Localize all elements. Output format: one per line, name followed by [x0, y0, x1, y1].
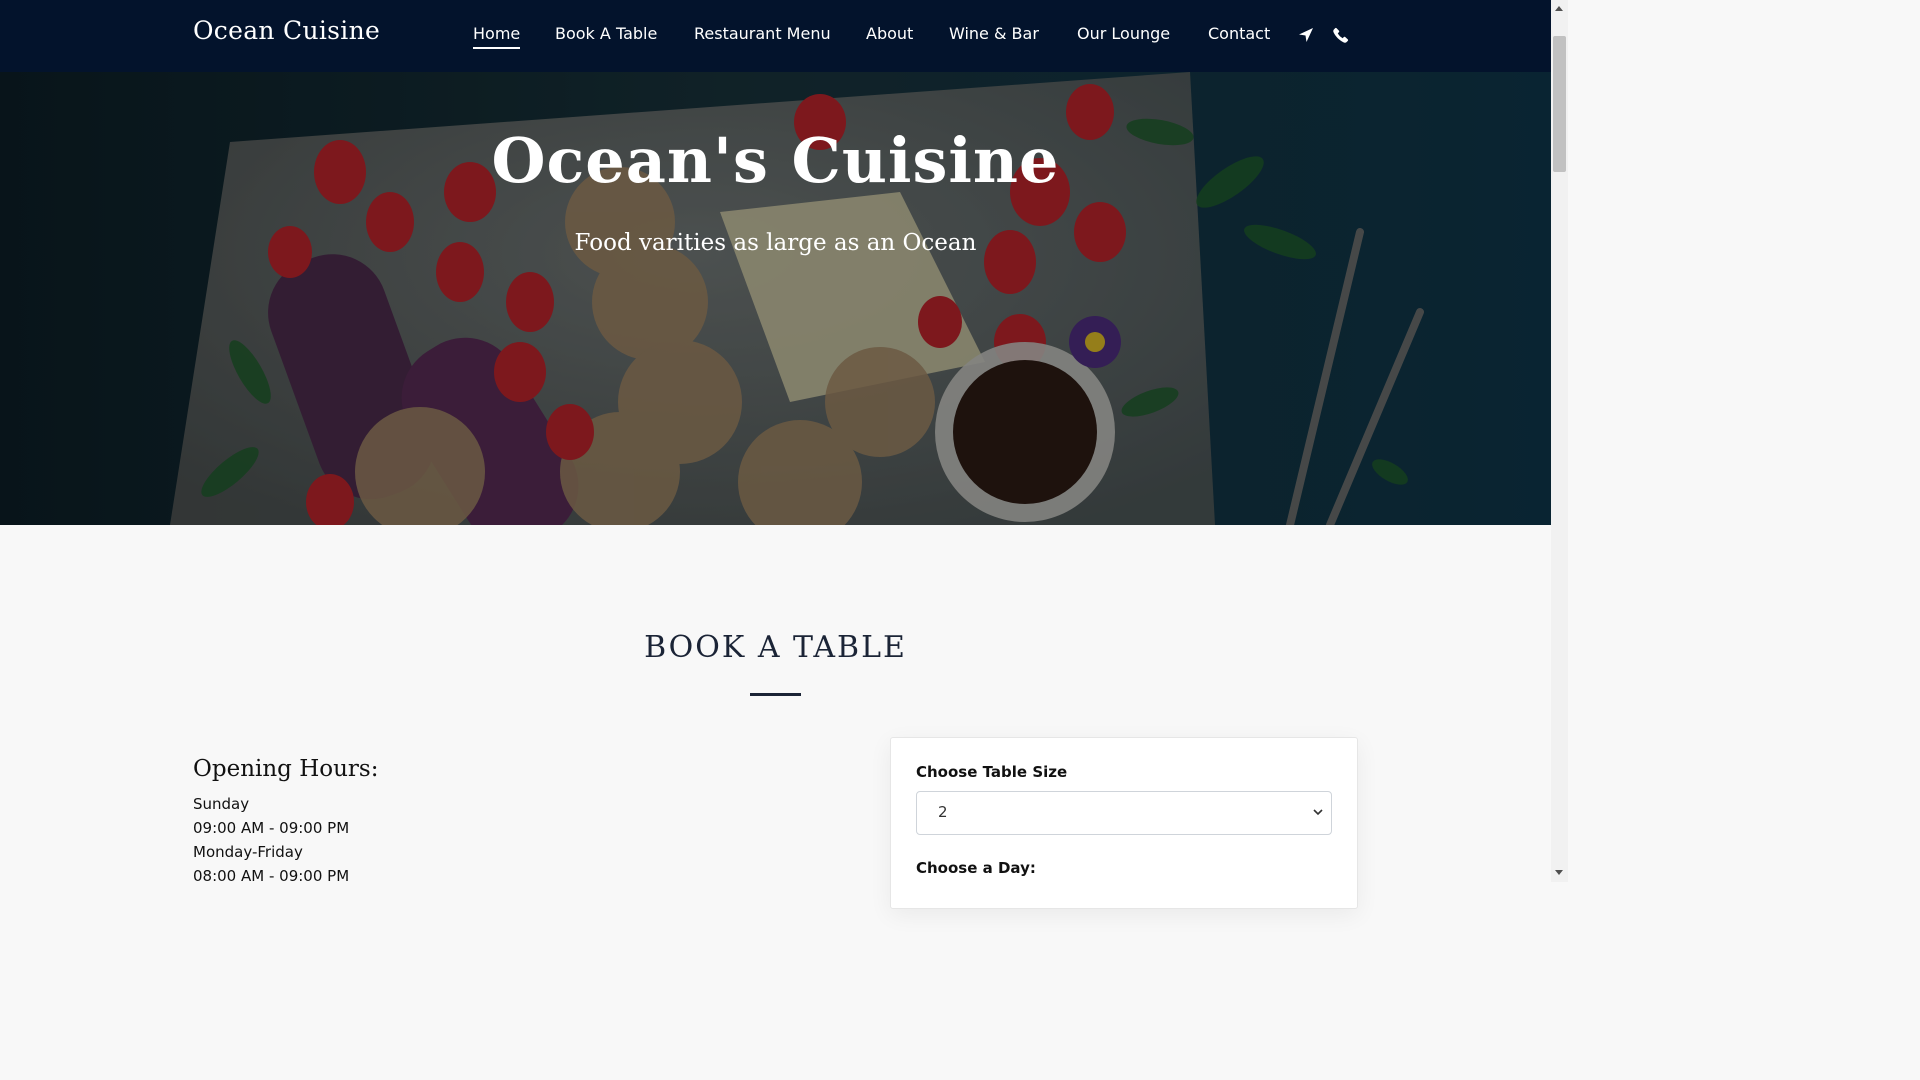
scroll-up-icon[interactable] — [1555, 6, 1563, 11]
day-label: Choose a Day: — [916, 859, 1036, 877]
booking-form-card: Choose Table Size 2 Choose a Day: — [890, 737, 1358, 909]
page-scrollbar[interactable] — [1551, 0, 1568, 882]
hours-time: 09:00 AM - 09:00 PM — [193, 819, 350, 837]
location-arrow-icon[interactable] — [1298, 27, 1314, 43]
scrollbar-thumb[interactable] — [1553, 36, 1566, 172]
hero-subtitle: Food varities as large as an Ocean — [574, 230, 977, 256]
nav-link-home[interactable]: Home — [473, 24, 521, 49]
nav-link-wine-bar[interactable]: Wine & Bar — [949, 24, 1039, 43]
top-navbar: Ocean Cuisine Home Book A Table Restaura… — [0, 0, 1551, 72]
phone-icon[interactable] — [1333, 27, 1349, 43]
nav-link-book-a-table[interactable]: Book A Table — [555, 24, 657, 43]
table-size-label: Choose Table Size — [916, 763, 1068, 781]
heading-divider — [750, 693, 801, 696]
section-heading-book-a-table: BOOK A TABLE — [644, 630, 907, 665]
opening-hours-title: Opening Hours: — [193, 756, 379, 782]
hours-day: Monday-Friday — [193, 843, 303, 861]
nav-link-restaurant-menu[interactable]: Restaurant Menu — [694, 24, 831, 43]
chevron-down-icon — [1313, 809, 1323, 816]
hours-time: 08:00 AM - 09:00 PM — [193, 867, 350, 885]
nav-link-about[interactable]: About — [866, 24, 913, 43]
hero-title: Ocean's Cuisine — [491, 124, 1060, 197]
nav-links: Home Book A Table Restaurant Menu About … — [0, 24, 1551, 50]
table-size-value: 2 — [938, 803, 948, 821]
hours-day: Sunday — [193, 795, 250, 813]
nav-link-our-lounge[interactable]: Our Lounge — [1077, 24, 1170, 43]
hero-banner: Ocean's Cuisine Food varities as large a… — [0, 72, 1551, 525]
table-size-select[interactable]: 2 — [916, 791, 1332, 835]
nav-link-contact[interactable]: Contact — [1208, 24, 1270, 43]
scroll-down-icon[interactable] — [1555, 870, 1563, 875]
